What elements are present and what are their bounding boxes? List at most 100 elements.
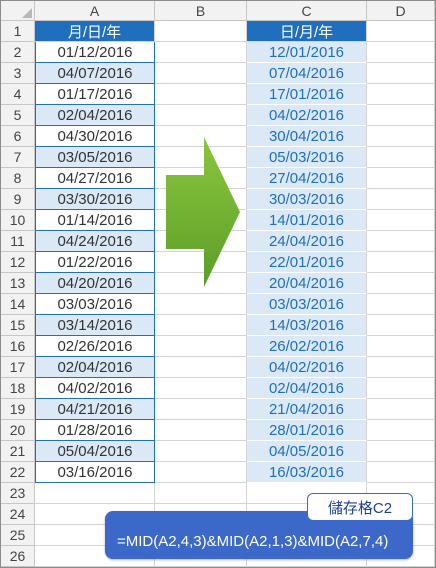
cell-a23[interactable]: [35, 483, 155, 504]
cell-b5[interactable]: [155, 105, 247, 126]
cell-c21[interactable]: 04/05/2016: [247, 441, 367, 462]
cell-a12[interactable]: 01/22/2016: [35, 252, 155, 273]
cell-c8[interactable]: 27/04/2016: [247, 168, 367, 189]
row-header-12[interactable]: 12: [1, 252, 35, 273]
row-header-5[interactable]: 5: [1, 105, 35, 126]
cell-c19[interactable]: 21/04/2016: [247, 399, 367, 420]
cell-d14[interactable]: [367, 294, 435, 315]
cell-a11[interactable]: 04/24/2016: [35, 231, 155, 252]
cell-c13[interactable]: 20/04/2016: [247, 273, 367, 294]
cell-a9[interactable]: 03/30/2016: [35, 189, 155, 210]
cell-d11[interactable]: [367, 231, 435, 252]
cell-c14[interactable]: 03/03/2016: [247, 294, 367, 315]
row-header-16[interactable]: 16: [1, 336, 35, 357]
cell-c12[interactable]: 22/01/2016: [247, 252, 367, 273]
cell-c6[interactable]: 30/04/2016: [247, 126, 367, 147]
cell-d18[interactable]: [367, 378, 435, 399]
row-header-20[interactable]: 20: [1, 420, 35, 441]
cell-c7[interactable]: 05/03/2016: [247, 147, 367, 168]
cell-a13[interactable]: 04/20/2016: [35, 273, 155, 294]
cell-d17[interactable]: [367, 357, 435, 378]
row-header-19[interactable]: 19: [1, 399, 35, 420]
row-header-4[interactable]: 4: [1, 84, 35, 105]
cell-b21[interactable]: [155, 441, 247, 462]
cell-c3[interactable]: 07/04/2016: [247, 63, 367, 84]
cell-d21[interactable]: [367, 441, 435, 462]
cell-c4[interactable]: 17/01/2016: [247, 84, 367, 105]
cell-a6[interactable]: 04/30/2016: [35, 126, 155, 147]
cell-a15[interactable]: 03/14/2016: [35, 315, 155, 336]
row-header-14[interactable]: 14: [1, 294, 35, 315]
cell-a21[interactable]: 05/04/2016: [35, 441, 155, 462]
row-header-9[interactable]: 9: [1, 189, 35, 210]
cell-a2[interactable]: 01/12/2016: [35, 42, 155, 63]
cell-b18[interactable]: [155, 378, 247, 399]
cell-c15[interactable]: 14/03/2016: [247, 315, 367, 336]
cell-a14[interactable]: 03/03/2016: [35, 294, 155, 315]
cell-b17[interactable]: [155, 357, 247, 378]
select-all-corner[interactable]: [1, 1, 35, 21]
row-header-26[interactable]: 26: [1, 546, 35, 567]
cell-c20[interactable]: 28/01/2016: [247, 420, 367, 441]
cell-a8[interactable]: 04/27/2016: [35, 168, 155, 189]
cell-b16[interactable]: [155, 336, 247, 357]
cell-a10[interactable]: 01/14/2016: [35, 210, 155, 231]
cell-d20[interactable]: [367, 420, 435, 441]
row-header-23[interactable]: 23: [1, 483, 35, 504]
row-header-13[interactable]: 13: [1, 273, 35, 294]
cell-d15[interactable]: [367, 315, 435, 336]
cell-d12[interactable]: [367, 252, 435, 273]
row-header-10[interactable]: 10: [1, 210, 35, 231]
cell-c10[interactable]: 14/01/2016: [247, 210, 367, 231]
cell-a19[interactable]: 04/21/2016: [35, 399, 155, 420]
cell-d22[interactable]: [367, 462, 435, 483]
cell-a17[interactable]: 02/04/2016: [35, 357, 155, 378]
cell-c22[interactable]: 16/03/2016: [247, 462, 367, 483]
cell-d13[interactable]: [367, 273, 435, 294]
cell-c11[interactable]: 24/04/2016: [247, 231, 367, 252]
cell-d6[interactable]: [367, 126, 435, 147]
column-header-b[interactable]: B: [155, 1, 247, 21]
row-header-15[interactable]: 15: [1, 315, 35, 336]
cell-d16[interactable]: [367, 336, 435, 357]
cell-b2[interactable]: [155, 42, 247, 63]
cell-a4[interactable]: 01/17/2016: [35, 84, 155, 105]
column-header-c[interactable]: C: [247, 1, 367, 21]
cell-b4[interactable]: [155, 84, 247, 105]
cell-c17[interactable]: 04/02/2016: [247, 357, 367, 378]
cell-a5[interactable]: 02/04/2016: [35, 105, 155, 126]
cell-a3[interactable]: 04/07/2016: [35, 63, 155, 84]
cell-a16[interactable]: 02/26/2016: [35, 336, 155, 357]
cell-b20[interactable]: [155, 420, 247, 441]
row-header-1[interactable]: 1: [1, 21, 35, 42]
row-header-17[interactable]: 17: [1, 357, 35, 378]
cell-c1[interactable]: 日/月/年: [247, 21, 367, 42]
cell-d3[interactable]: [367, 63, 435, 84]
cell-d7[interactable]: [367, 147, 435, 168]
row-header-2[interactable]: 2: [1, 42, 35, 63]
cell-c16[interactable]: 26/02/2016: [247, 336, 367, 357]
row-header-3[interactable]: 3: [1, 63, 35, 84]
cell-d10[interactable]: [367, 210, 435, 231]
cell-d9[interactable]: [367, 189, 435, 210]
cell-d1[interactable]: [367, 21, 435, 42]
cell-c9[interactable]: 30/03/2016: [247, 189, 367, 210]
cell-d19[interactable]: [367, 399, 435, 420]
row-header-11[interactable]: 11: [1, 231, 35, 252]
cell-c5[interactable]: 04/02/2016: [247, 105, 367, 126]
cell-b15[interactable]: [155, 315, 247, 336]
cell-a22[interactable]: 03/16/2016: [35, 462, 155, 483]
cell-b1[interactable]: [155, 21, 247, 42]
column-header-d[interactable]: D: [367, 1, 435, 21]
row-header-22[interactable]: 22: [1, 462, 35, 483]
cell-b14[interactable]: [155, 294, 247, 315]
cell-a18[interactable]: 04/02/2016: [35, 378, 155, 399]
row-header-7[interactable]: 7: [1, 147, 35, 168]
cell-a7[interactable]: 03/05/2016: [35, 147, 155, 168]
cell-a20[interactable]: 01/28/2016: [35, 420, 155, 441]
cell-c2[interactable]: 12/01/2016: [247, 42, 367, 63]
cell-d2[interactable]: [367, 42, 435, 63]
row-header-6[interactable]: 6: [1, 126, 35, 147]
cell-d4[interactable]: [367, 84, 435, 105]
row-header-21[interactable]: 21: [1, 441, 35, 462]
